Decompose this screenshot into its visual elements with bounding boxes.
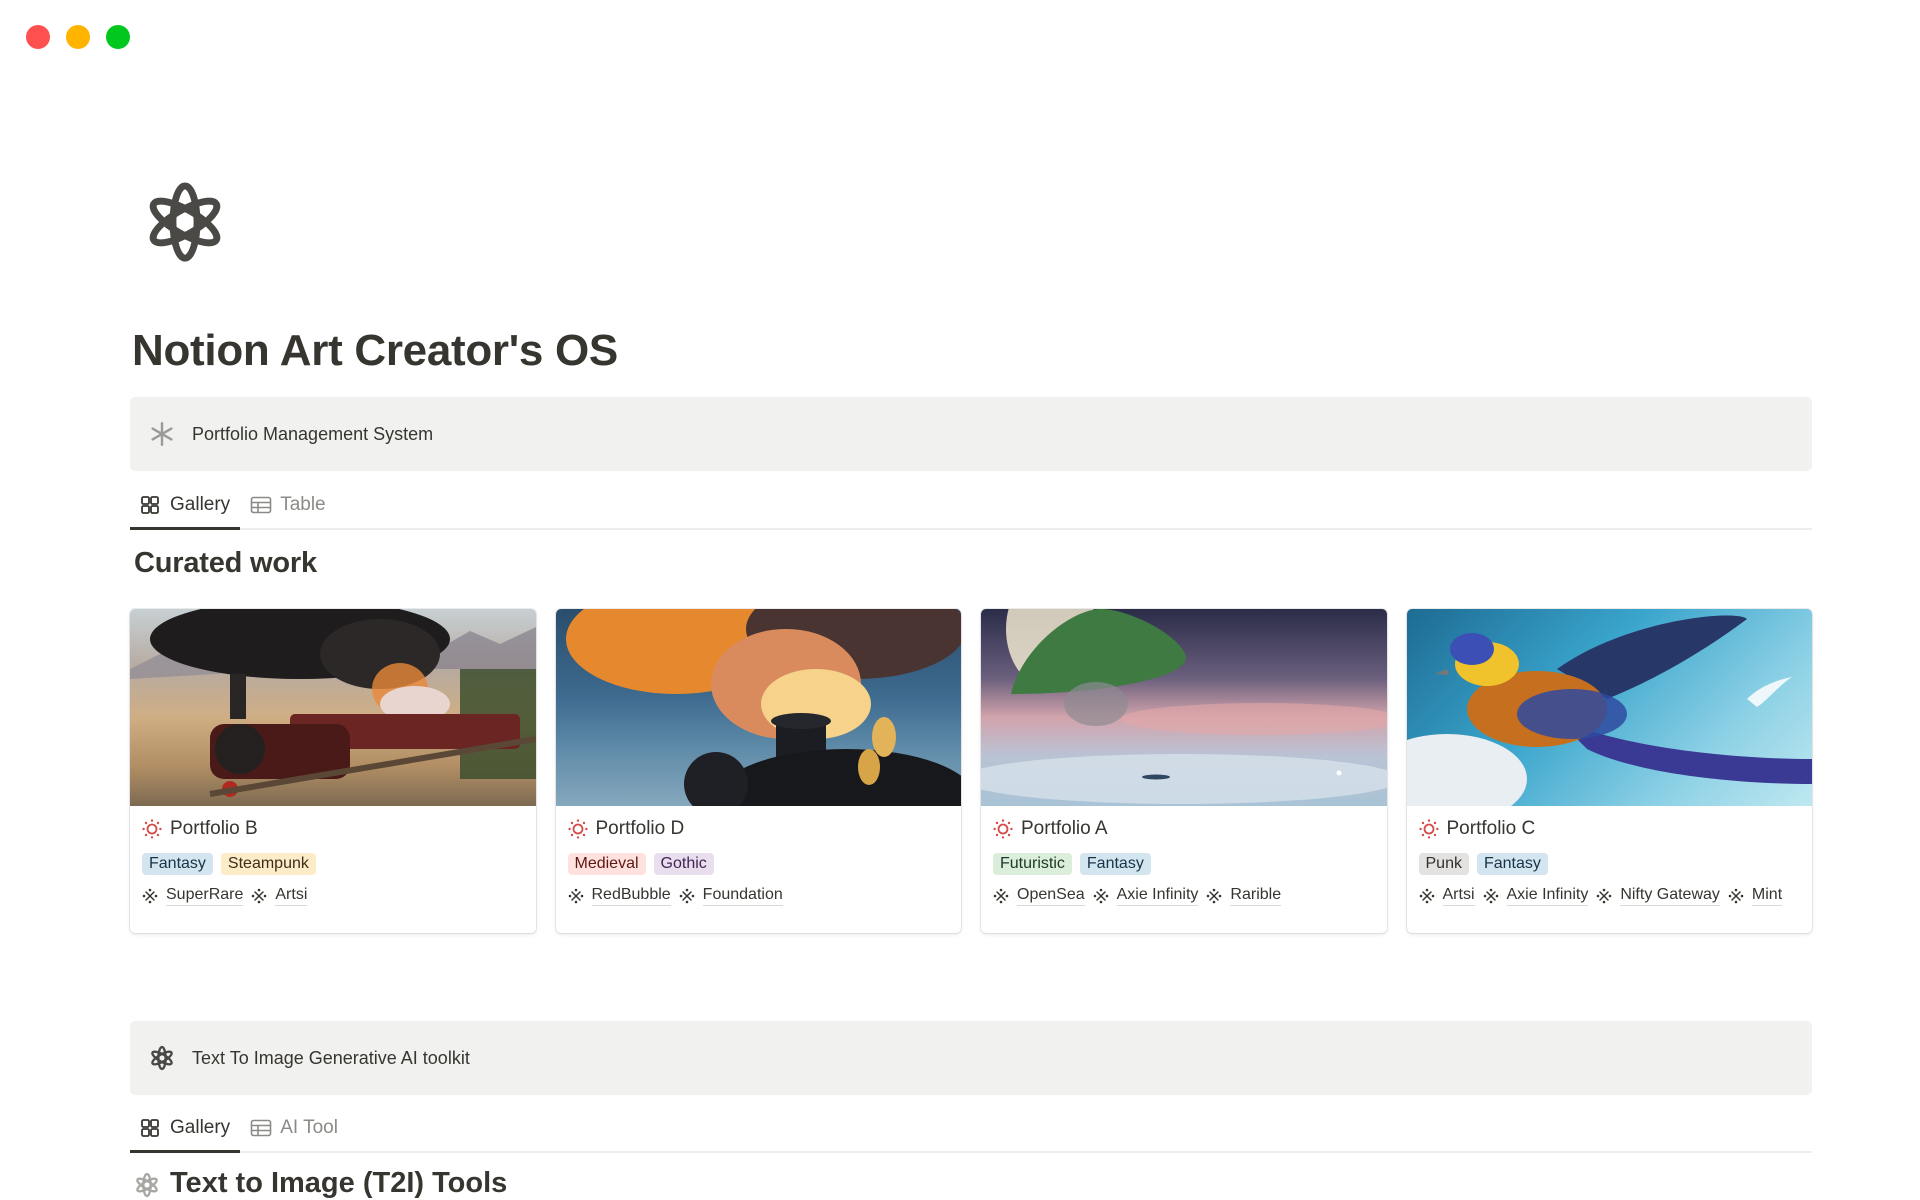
section-heading: Curated work <box>134 547 317 579</box>
platform-link[interactable]: SuperRare <box>142 885 244 906</box>
sparkle-icon <box>679 888 695 904</box>
tab-label: AI Tool <box>280 1117 338 1138</box>
window-controls <box>26 25 130 49</box>
sparkle-icon <box>1728 888 1744 904</box>
card-cover-image <box>1406 609 1812 806</box>
card-title: Portfolio A <box>1021 818 1108 839</box>
gallery-card[interactable]: Portfolio B Fantasy Steampunk SuperRare … <box>130 609 536 933</box>
minimize-window-button[interactable] <box>66 25 90 49</box>
sparkle-icon <box>1483 888 1499 904</box>
style-tag: Fantasy <box>1476 853 1548 875</box>
style-tag: Fantasy <box>142 853 213 875</box>
card-cover-image <box>555 609 961 806</box>
card-platform-links: RedBubble Foundation <box>568 885 950 906</box>
close-window-button[interactable] <box>26 25 50 49</box>
gallery-card[interactable]: Portfolio C Punk Fantasy Artsi Axie Infi… <box>1406 609 1812 933</box>
sparkle-icon <box>142 888 158 904</box>
atom-icon <box>134 1171 160 1200</box>
style-tag: Gothic <box>653 853 714 875</box>
asterisk-icon <box>146 418 178 450</box>
sparkle-icon <box>251 888 267 904</box>
callout-portfolio-management: Portfolio Management System <box>130 397 1812 471</box>
platform-link[interactable]: Artsi <box>251 885 308 906</box>
portfolio-gallery: Portfolio B Fantasy Steampunk SuperRare … <box>130 609 1812 933</box>
gallery-card[interactable]: Portfolio D Medieval Gothic RedBubble Fo… <box>555 609 961 933</box>
tab-label: Table <box>280 494 326 515</box>
tab-gallery[interactable]: Gallery <box>130 1105 241 1153</box>
section-heading: Text to Image (T2I) Tools <box>170 1167 508 1199</box>
card-tags: Futuristic Fantasy <box>993 853 1375 875</box>
view-tabs: Gallery Table <box>130 482 1812 530</box>
sun-icon <box>142 819 162 839</box>
sparkle-icon <box>1206 888 1222 904</box>
platform-link[interactable]: Foundation <box>679 885 783 906</box>
tab-gallery[interactable]: Gallery <box>130 482 241 530</box>
style-tag: Futuristic <box>993 853 1072 875</box>
sparkle-icon <box>993 888 1009 904</box>
sparkle-icon <box>1596 888 1612 904</box>
card-cover-image <box>130 609 536 806</box>
sparkle-icon <box>568 888 584 904</box>
tab-table[interactable]: Table <box>240 482 335 528</box>
platform-link[interactable]: Artsi <box>1419 885 1475 906</box>
platform-link[interactable]: RedBubble <box>568 885 671 906</box>
callout-text: Portfolio Management System <box>192 423 434 444</box>
sun-icon <box>993 819 1013 839</box>
view-tabs: Gallery AI Tool <box>130 1105 1812 1153</box>
card-platform-links: Artsi Axie Infinity Nifty Gateway Mint <box>1419 885 1801 906</box>
platform-link[interactable]: Mint <box>1728 885 1783 906</box>
card-platform-links: OpenSea Axie Infinity Rarible <box>993 885 1375 906</box>
platform-link[interactable]: Axie Infinity <box>1093 885 1199 906</box>
sparkle-icon <box>1093 888 1109 904</box>
card-tags: Fantasy Steampunk <box>142 853 524 875</box>
gallery-card[interactable]: Portfolio A Futuristic Fantasy OpenSea A… <box>981 609 1387 933</box>
style-tag: Fantasy <box>1079 853 1151 875</box>
sun-icon <box>1418 819 1439 839</box>
maximize-window-button[interactable] <box>106 25 130 49</box>
card-tags: Punk Fantasy <box>1418 853 1801 875</box>
card-title: Portfolio B <box>170 818 258 839</box>
section-heading-row: Text to Image (T2I) Tools <box>134 1167 834 1200</box>
table-icon <box>250 496 272 514</box>
card-cover-image <box>981 609 1387 806</box>
atom-icon[interactable] <box>142 176 228 268</box>
platform-link[interactable]: Nifty Gateway <box>1596 885 1720 906</box>
page-title: Notion Art Creator's OS <box>132 326 618 375</box>
atom-icon <box>146 1042 178 1074</box>
gallery-grid-icon <box>140 1119 162 1137</box>
sun-icon <box>567 819 588 839</box>
style-tag: Punk <box>1418 853 1469 875</box>
tab-ai-tool[interactable]: AI Tool <box>240 1105 348 1151</box>
style-tag: Steampunk <box>220 853 316 875</box>
card-tags: Medieval Gothic <box>567 853 950 875</box>
gallery-grid-icon <box>140 496 162 514</box>
sparkle-icon <box>1419 888 1435 904</box>
callout-text: Text To Image Generative AI toolkit <box>192 1047 470 1068</box>
card-title: Portfolio C <box>1446 818 1536 839</box>
platform-link[interactable]: Axie Infinity <box>1483 885 1589 906</box>
card-title: Portfolio D <box>595 818 685 839</box>
platform-link[interactable]: OpenSea <box>993 885 1085 906</box>
platform-link[interactable]: Rarible <box>1206 885 1282 906</box>
table-icon <box>250 1119 272 1137</box>
card-platform-links: SuperRare Artsi <box>142 885 524 906</box>
style-tag: Medieval <box>567 853 646 875</box>
tab-label: Gallery <box>170 494 231 515</box>
callout-ai-toolkit: Text To Image Generative AI toolkit <box>130 1021 1812 1095</box>
tab-label: Gallery <box>170 1117 231 1138</box>
